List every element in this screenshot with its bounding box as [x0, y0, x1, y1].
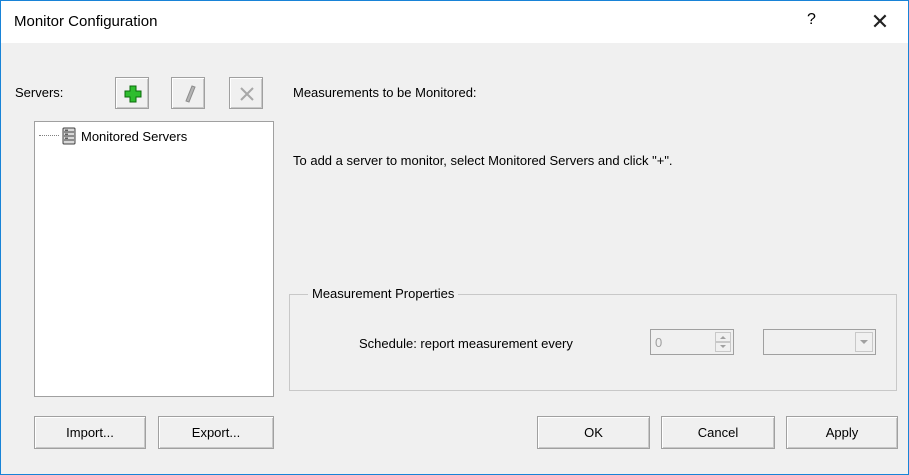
ok-button[interactable]: OK [537, 416, 650, 449]
dialog-title: Monitor Configuration [14, 13, 158, 30]
add-server-button[interactable] [115, 77, 149, 109]
group-title: Measurement Properties [308, 286, 459, 301]
edit-server-button[interactable] [171, 77, 205, 109]
servers-tree[interactable]: Monitored Servers [34, 121, 274, 397]
export-button[interactable]: Export... [158, 416, 274, 449]
server-database-icon [62, 127, 76, 145]
pencil-icon [185, 85, 196, 103]
tree-item-label: Monitored Servers [81, 128, 188, 144]
monitor-configuration-dialog: Monitor Configuration ? ✕ Servers: Measu… [0, 0, 909, 475]
help-button[interactable]: ? [807, 11, 816, 29]
tree-item-monitored-servers[interactable]: Monitored Servers [39, 126, 187, 146]
interval-value: 0 [655, 335, 663, 350]
import-button[interactable]: Import... [34, 416, 146, 449]
schedule-label: Schedule: report measurement every [359, 336, 573, 351]
interval-spinner[interactable]: 0 [650, 329, 734, 355]
close-button[interactable]: ✕ [863, 7, 897, 37]
measurements-heading: Measurements to be Monitored: [293, 85, 477, 100]
dropdown-button[interactable] [855, 332, 873, 352]
add-server-hint: To add a server to monitor, select Monit… [293, 153, 673, 168]
cancel-button[interactable]: Cancel [661, 416, 775, 449]
spinner-arrows-icon[interactable] [715, 332, 731, 352]
chevron-down-icon [860, 340, 868, 344]
apply-button[interactable]: Apply [786, 416, 898, 449]
servers-label: Servers: [15, 85, 64, 100]
plus-icon [124, 85, 142, 103]
tree-connector [39, 135, 59, 137]
interval-unit-dropdown[interactable] [763, 329, 876, 355]
title-bar[interactable]: Monitor Configuration ? ✕ [1, 1, 908, 43]
delete-server-button[interactable] [229, 77, 263, 109]
x-icon [240, 87, 254, 101]
